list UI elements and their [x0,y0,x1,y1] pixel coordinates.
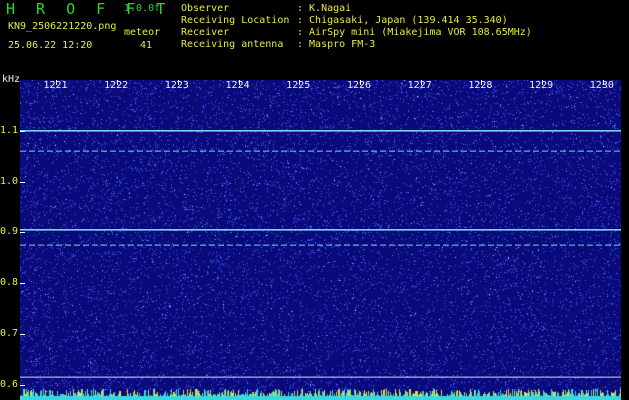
y-tick-label: 0.8 [0,277,19,289]
y-tick-label: 1.0 [0,175,19,187]
y-tick-label: 0.9 [0,226,19,238]
count-value: 41 [140,40,153,51]
x-tick-mark [481,80,483,85]
file-name: KN9_2506221220.png [8,21,117,32]
observer-label: Observer [181,3,230,14]
y-tick-mark [20,384,25,386]
signal-lines-layer [20,129,621,378]
y-tick-mark [20,232,25,234]
app-version: 1.0.0f [124,3,161,14]
x-tick-mark [420,80,422,85]
y-tick-mark [20,130,25,132]
x-tick-mark [299,80,301,85]
receiver-label: Receiver [181,27,230,38]
x-tick-mark [542,80,544,85]
x-tick-mark [602,80,604,85]
y-tick-mark [20,181,25,183]
location-value: : Chigasaki, Japan (139.414 35.340) [297,15,508,26]
antenna-label: Receiving antenna [181,39,284,50]
y-tick-mark [20,283,25,285]
x-tick-mark [177,80,179,85]
datetime: 25.06.22 12:20 [8,40,93,51]
y-tick-label: 0.6 [0,378,19,390]
header-panel: H R O F F T 1.0.0f KN9_2506221220.png me… [0,0,629,72]
y-tick-mark [20,333,25,335]
observer-value: : K.Nagai [297,3,352,14]
y-tick-label: 0.7 [0,327,19,339]
receiver-value: : AirSpy mini (Miakejima VOR 108.65MHz) [297,27,532,38]
x-tick-mark [359,80,361,85]
x-tick-mark [56,80,58,85]
mode-label: meteor [124,27,161,38]
y-tick-label: 1.1 [0,124,19,136]
antenna-value: : Maspro FM-3 [297,39,376,50]
x-tick-mark [117,80,119,85]
y-axis-unit: kHz [2,74,21,85]
x-tick-mark [238,80,240,85]
location-label: Receiving Location [181,15,290,26]
